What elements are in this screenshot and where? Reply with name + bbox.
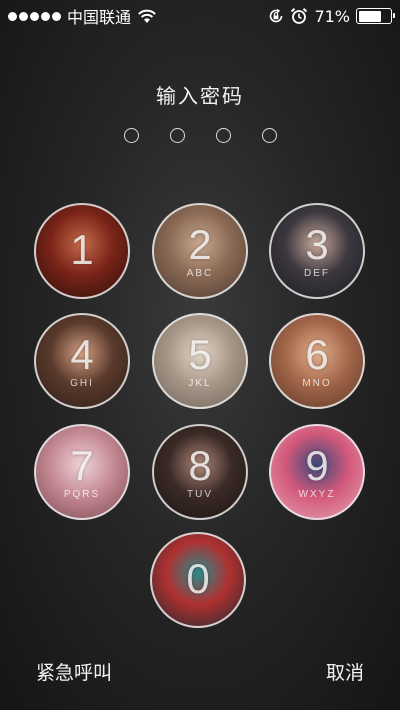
key-9[interactable]: 9 WXYZ bbox=[269, 424, 365, 520]
rotation-lock-icon bbox=[270, 8, 283, 23]
key-4[interactable]: 4 GHI bbox=[34, 313, 130, 409]
key-digit: 8 bbox=[188, 441, 212, 489]
key-6[interactable]: 6 MNO bbox=[269, 313, 365, 409]
key-2[interactable]: 2 ABC bbox=[152, 203, 248, 299]
passcode-dot bbox=[261, 128, 277, 143]
key-digit: 0 bbox=[186, 555, 210, 602]
passcode-indicator bbox=[0, 128, 400, 143]
wifi-icon bbox=[138, 9, 156, 23]
key-digit: 6 bbox=[305, 330, 329, 378]
key-digit: 5 bbox=[188, 330, 212, 378]
emergency-call-button[interactable]: 紧急呼叫 bbox=[36, 658, 112, 685]
cancel-button[interactable]: 取消 bbox=[326, 658, 364, 685]
key-digit: 9 bbox=[305, 441, 329, 489]
key-5[interactable]: 5 JKL bbox=[152, 313, 248, 409]
key-1[interactable]: 1 bbox=[34, 203, 130, 299]
key-digit: 2 bbox=[188, 220, 212, 268]
key-digit: 4 bbox=[70, 330, 94, 378]
key-letters: ABC bbox=[186, 267, 214, 279]
carrier-name: 中国联通 bbox=[67, 8, 132, 27]
passcode-title: 输入密码 bbox=[156, 84, 244, 108]
battery-percent: 71% bbox=[314, 6, 350, 26]
key-letters: JKL bbox=[188, 377, 212, 389]
key-digit: 1 bbox=[70, 226, 94, 273]
key-7[interactable]: 7 PQRS bbox=[34, 424, 130, 520]
key-digit: 3 bbox=[305, 220, 329, 268]
key-letters: MNO bbox=[302, 377, 332, 389]
key-0[interactable]: 0 bbox=[150, 532, 246, 628]
key-letters: PQRS bbox=[63, 488, 101, 500]
key-letters: TUV bbox=[187, 488, 213, 500]
battery-icon bbox=[356, 8, 395, 24]
key-3[interactable]: 3 DEF bbox=[269, 203, 365, 299]
passcode-dot bbox=[123, 128, 139, 143]
key-8[interactable]: 8 TUV bbox=[152, 424, 248, 520]
signal-strength-icon bbox=[8, 11, 61, 21]
passcode-dot bbox=[215, 128, 231, 143]
status-bar: 中国联通 71% bbox=[0, 0, 400, 32]
passcode-dot bbox=[169, 128, 185, 143]
alarm-icon bbox=[291, 8, 308, 24]
key-letters: WXYZ bbox=[298, 488, 336, 500]
key-letters: GHI bbox=[70, 377, 94, 389]
key-digit: 7 bbox=[70, 441, 94, 489]
key-letters: DEF bbox=[304, 267, 330, 279]
